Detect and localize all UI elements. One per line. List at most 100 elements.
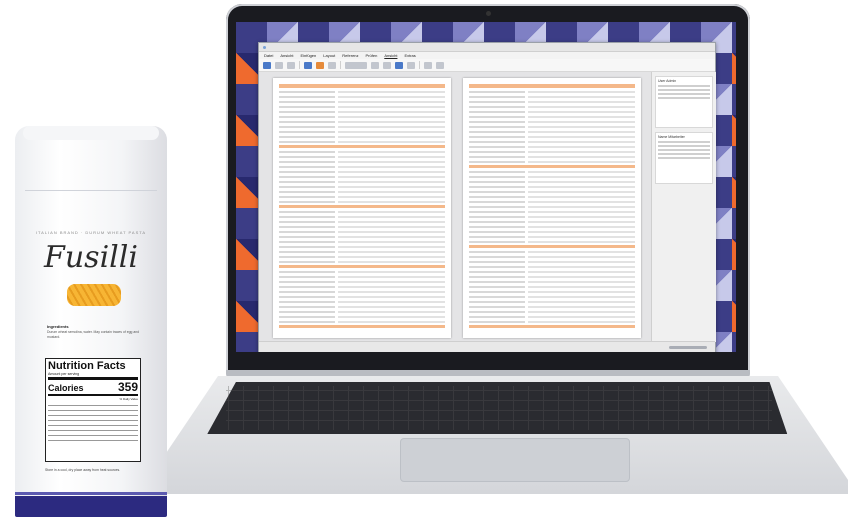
menu-item[interactable]: Layout <box>323 53 335 58</box>
document-page-1[interactable] <box>273 78 451 338</box>
table-row <box>279 150 445 153</box>
table-cell <box>338 195 445 198</box>
menu-item[interactable]: Datei <box>264 53 273 58</box>
table-cell <box>469 270 526 273</box>
table-cell <box>528 285 635 288</box>
table-row <box>469 215 635 218</box>
menu-item[interactable]: Prüfen <box>366 53 378 58</box>
paste-icon[interactable] <box>263 61 271 69</box>
comment-card[interactable]: Name Mitarbeiter <box>655 132 713 184</box>
table-row <box>469 115 635 118</box>
table-cell <box>528 90 635 93</box>
table-row <box>469 250 635 253</box>
undo-icon[interactable] <box>275 61 283 69</box>
nutrient-row <box>48 425 138 426</box>
document-page-2[interactable] <box>463 78 641 338</box>
table-row <box>469 135 635 138</box>
table-row <box>469 310 635 313</box>
table-row <box>469 100 635 103</box>
table-cell <box>338 275 445 278</box>
table-row <box>279 280 445 283</box>
table-cell <box>338 130 445 133</box>
table-cell <box>338 315 445 318</box>
table-cell <box>469 210 526 213</box>
table-row <box>469 190 635 193</box>
table-cell <box>279 300 336 303</box>
table-cell <box>279 266 335 268</box>
table-cell <box>528 155 635 158</box>
protect-icon[interactable] <box>436 61 444 69</box>
table-row <box>279 235 445 238</box>
comment-text-line <box>658 153 710 155</box>
menu-item[interactable]: Ansicht <box>384 53 397 58</box>
table-cell <box>338 115 445 118</box>
table-cell <box>469 130 526 133</box>
review-dropdown[interactable] <box>345 61 367 69</box>
table-cell <box>528 166 635 168</box>
ingredients-title: Ingredients <box>47 324 69 329</box>
menu-item[interactable]: Einfügen <box>300 53 316 58</box>
table-row <box>469 150 635 153</box>
table-cell <box>469 166 525 168</box>
table-cell <box>469 320 526 323</box>
table-cell <box>469 195 526 198</box>
table-cell <box>279 275 336 278</box>
next-change-icon[interactable] <box>395 61 403 69</box>
table-row <box>279 285 445 288</box>
table-cell <box>338 120 445 123</box>
table-row <box>469 320 635 323</box>
trackpad <box>400 438 630 482</box>
zoom-slider[interactable] <box>669 346 707 349</box>
accept-change-icon[interactable] <box>371 61 379 69</box>
table-cell <box>338 215 445 218</box>
table-row <box>279 125 445 128</box>
document-canvas[interactable] <box>259 72 651 342</box>
table-cell <box>528 205 635 208</box>
table-cell <box>528 280 635 283</box>
table-cell <box>528 326 635 328</box>
table-cell <box>528 150 635 153</box>
table-cell <box>338 140 445 143</box>
comment-text-line <box>658 145 710 147</box>
table-row <box>469 110 635 113</box>
table-row <box>279 250 445 253</box>
reject-change-icon[interactable] <box>383 61 391 69</box>
table-row <box>279 275 445 278</box>
table-cell <box>528 210 635 213</box>
table-cell <box>338 260 445 263</box>
table-cell <box>528 110 635 113</box>
table-row <box>279 95 445 98</box>
previous-change-icon[interactable] <box>407 61 415 69</box>
table-row <box>279 270 445 273</box>
table-row <box>279 305 445 308</box>
laptop-camera <box>486 11 491 16</box>
table-cell <box>528 105 635 108</box>
table-cell <box>279 206 335 208</box>
table-cell <box>469 285 526 288</box>
comment-card[interactable]: User Admin <box>655 76 713 128</box>
table-cell <box>469 235 526 238</box>
track-changes-icon[interactable] <box>304 61 312 69</box>
spelling-icon[interactable] <box>328 61 336 69</box>
menu-item[interactable]: Ansicht <box>280 53 293 58</box>
menu-item[interactable]: Extras <box>404 53 415 58</box>
table-cell <box>528 140 635 143</box>
table-row <box>469 195 635 198</box>
table-cell <box>338 225 445 228</box>
table-cell <box>469 155 526 158</box>
comment-text-line <box>658 157 710 159</box>
table-cell <box>279 140 336 143</box>
table-heading-row <box>279 84 445 88</box>
table-heading-row <box>469 84 635 88</box>
table-row <box>469 290 635 293</box>
table-cell <box>469 290 526 293</box>
menu-item[interactable]: Referenz <box>342 53 358 58</box>
table-cell <box>469 326 525 328</box>
table-cell <box>469 145 526 148</box>
table-cell <box>279 315 336 318</box>
compare-icon[interactable] <box>424 61 432 69</box>
table-row <box>469 280 635 283</box>
table-cell <box>338 150 445 153</box>
comment-icon[interactable] <box>316 61 324 69</box>
redo-icon[interactable] <box>287 61 295 69</box>
